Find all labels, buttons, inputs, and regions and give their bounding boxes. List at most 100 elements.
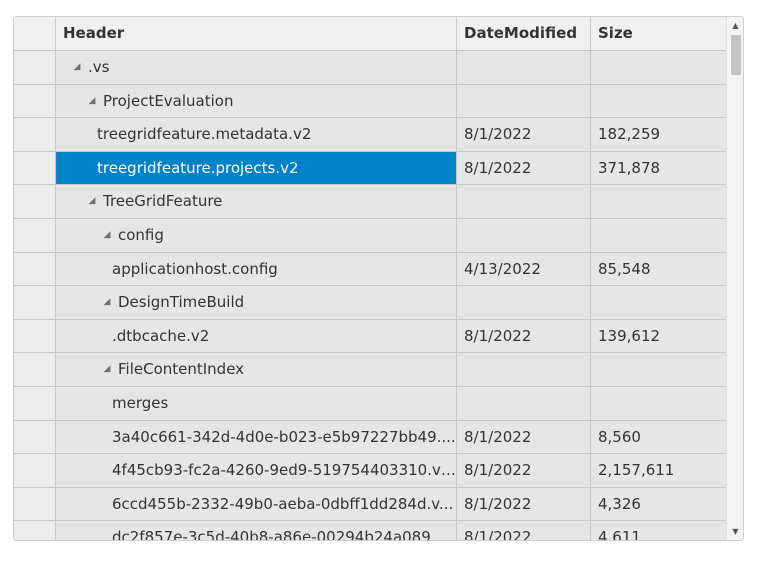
size-cell[interactable]: 4,611 <box>591 521 726 540</box>
date-modified-cell[interactable]: 8/1/2022 <box>457 521 591 540</box>
date-modified-cell[interactable] <box>457 185 591 218</box>
header-cell[interactable]: dc2f857e-3c5d-40b8-a86e-00294b24a089.v..… <box>56 521 457 541</box>
node-name: treegridfeature.projects.v2 <box>97 158 299 177</box>
header-cell[interactable]: treegridfeature.metadata.v2 <box>56 118 457 151</box>
node-name: config <box>118 226 164 244</box>
date-modified-cell[interactable] <box>457 387 591 420</box>
row-selector[interactable] <box>14 487 56 521</box>
size-cell[interactable] <box>591 286 726 319</box>
row-selector[interactable] <box>14 84 56 118</box>
size-cell[interactable]: 8,560 <box>591 421 726 454</box>
size-cell[interactable]: 139,612 <box>591 320 726 353</box>
row-selector[interactable] <box>14 219 56 252</box>
size-cell[interactable]: 4,326 <box>591 488 726 521</box>
column-header-size[interactable]: Size <box>591 17 726 50</box>
table-row[interactable]: applicationhost.config 4/13/2022 85,548 <box>14 252 726 287</box>
collapse-arrow-icon[interactable]: ◢ <box>100 353 114 386</box>
table-row[interactable]: ◢ ProjectEvaluation <box>14 84 726 119</box>
header-cell[interactable]: ◢ TreeGridFeature <box>56 185 457 218</box>
collapse-arrow-icon[interactable]: ◢ <box>100 219 114 252</box>
date-modified-cell[interactable]: 4/13/2022 <box>457 252 591 286</box>
table-row[interactable]: 4f45cb93-fc2a-4260-9ed9-519754403310.vsi… <box>14 454 726 488</box>
node-name: 6ccd455b-2332-49b0-aeba-0dbff1dd284d.v..… <box>112 494 454 513</box>
table-row[interactable]: dc2f857e-3c5d-40b8-a86e-00294b24a089.v..… <box>14 521 726 541</box>
scroll-up-icon[interactable]: ▲ <box>727 17 743 34</box>
date-modified-cell[interactable] <box>457 219 591 252</box>
row-selector[interactable] <box>14 185 56 218</box>
header-cell[interactable]: .dtbcache.v2 <box>56 319 457 353</box>
header-cell[interactable]: ◢ .vs <box>56 51 457 84</box>
table-row[interactable]: ◢ .vs <box>14 51 726 85</box>
table-row[interactable]: merges <box>14 387 726 421</box>
date-modified-cell[interactable] <box>457 84 591 118</box>
header-cell[interactable]: treegridfeature.projects.v2 <box>56 151 457 185</box>
row-selector[interactable] <box>14 353 56 386</box>
date-modified-cell[interactable]: 8/1/2022 <box>457 319 591 353</box>
collapse-arrow-icon[interactable]: ◢ <box>85 85 99 118</box>
header-cell[interactable]: ◢ FileContentIndex <box>56 353 457 386</box>
date-modified-cell[interactable]: 8/1/2022 <box>457 420 591 454</box>
size-cell[interactable] <box>591 219 726 252</box>
date-modified-cell[interactable] <box>457 51 591 84</box>
scroll-down-icon[interactable]: ▼ <box>727 523 743 540</box>
node-name: FileContentIndex <box>118 360 245 379</box>
header-cell[interactable]: ◢ config <box>56 219 457 252</box>
row-selector[interactable] <box>14 387 56 420</box>
size-cell[interactable] <box>591 387 726 420</box>
size-cell[interactable]: 182,259 <box>591 118 726 151</box>
header-row: Header DateModified Size <box>14 17 726 51</box>
header-cell[interactable]: applicationhost.config <box>56 252 457 286</box>
scrollbar-thumb[interactable] <box>731 35 741 75</box>
table-row[interactable]: 3a40c661-342d-4d0e-b023-e5b97227bb49....… <box>14 420 726 455</box>
table-row[interactable]: treegridfeature.projects.v2 8/1/2022 371,8… <box>14 151 726 186</box>
header-cell[interactable]: ◢ ProjectEvaluation <box>56 84 457 118</box>
size-cell[interactable]: 2,157,611 <box>591 454 726 487</box>
header-cell[interactable]: 6ccd455b-2332-49b0-aeba-0dbff1dd284d.v..… <box>56 487 457 521</box>
header-cell[interactable]: 3a40c661-342d-4d0e-b023-e5b97227bb49.... <box>56 420 457 454</box>
node-name: .dtbcache.v2 <box>112 326 210 345</box>
date-modified-cell[interactable]: 8/1/2022 <box>457 454 591 487</box>
tree-grid[interactable]: Header DateModified Size ◢ .vs ◢ ProjectEva… <box>13 16 744 541</box>
table-row[interactable]: ◢ FileContentIndex <box>14 353 726 387</box>
collapse-arrow-icon[interactable]: ◢ <box>85 185 99 218</box>
collapse-arrow-icon[interactable]: ◢ <box>100 286 114 319</box>
size-cell[interactable] <box>591 51 726 84</box>
node-name: .vs <box>88 58 110 76</box>
row-selector[interactable] <box>14 252 56 286</box>
column-header-date-modified[interactable]: DateModified <box>457 17 591 50</box>
row-selector[interactable] <box>14 319 56 353</box>
header-cell[interactable]: merges <box>56 387 457 420</box>
table-row[interactable]: 6ccd455b-2332-49b0-aeba-0dbff1dd284d.v..… <box>14 487 726 522</box>
node-name: merges <box>112 394 169 412</box>
row-selector[interactable] <box>14 420 56 454</box>
date-modified-cell[interactable]: 8/1/2022 <box>457 487 591 521</box>
size-cell[interactable] <box>591 85 726 118</box>
date-modified-cell[interactable]: 8/1/2022 <box>457 151 591 185</box>
size-cell[interactable] <box>591 185 726 218</box>
table-row[interactable]: ◢ DesignTimeBuild <box>14 286 726 320</box>
column-header-header[interactable]: Header <box>56 17 457 50</box>
row-selector[interactable] <box>14 118 56 151</box>
size-cell[interactable] <box>591 353 726 386</box>
table-row[interactable]: .dtbcache.v2 8/1/2022 139,612 <box>14 319 726 354</box>
date-modified-cell[interactable] <box>457 286 591 319</box>
date-modified-cell[interactable] <box>457 353 591 386</box>
header-cell[interactable]: 4f45cb93-fc2a-4260-9ed9-519754403310.vsi… <box>56 454 457 487</box>
row-selector[interactable] <box>14 454 56 487</box>
row-selector[interactable] <box>14 151 56 185</box>
vertical-scrollbar[interactable]: ▲ ▼ <box>726 17 743 540</box>
node-name: DesignTimeBuild <box>118 293 245 312</box>
table-row[interactable]: ◢ config <box>14 219 726 253</box>
row-selector[interactable] <box>14 286 56 319</box>
size-cell[interactable]: 85,548 <box>591 253 726 286</box>
header-cell[interactable]: ◢ DesignTimeBuild <box>56 286 457 319</box>
table-row[interactable]: ◢ TreeGridFeature <box>14 185 726 219</box>
date-modified-cell[interactable]: 8/1/2022 <box>457 118 591 151</box>
size-cell[interactable]: 371,878 <box>591 152 726 185</box>
table-row[interactable]: treegridfeature.metadata.v2 8/1/2022 182,2… <box>14 118 726 152</box>
node-name: ProjectEvaluation <box>103 91 234 110</box>
row-selector[interactable] <box>14 51 56 84</box>
collapse-arrow-icon[interactable]: ◢ <box>70 51 84 84</box>
row-selector[interactable] <box>14 521 56 540</box>
node-name: dc2f857e-3c5d-40b8-a86e-00294b24a089.v..… <box>112 528 457 541</box>
